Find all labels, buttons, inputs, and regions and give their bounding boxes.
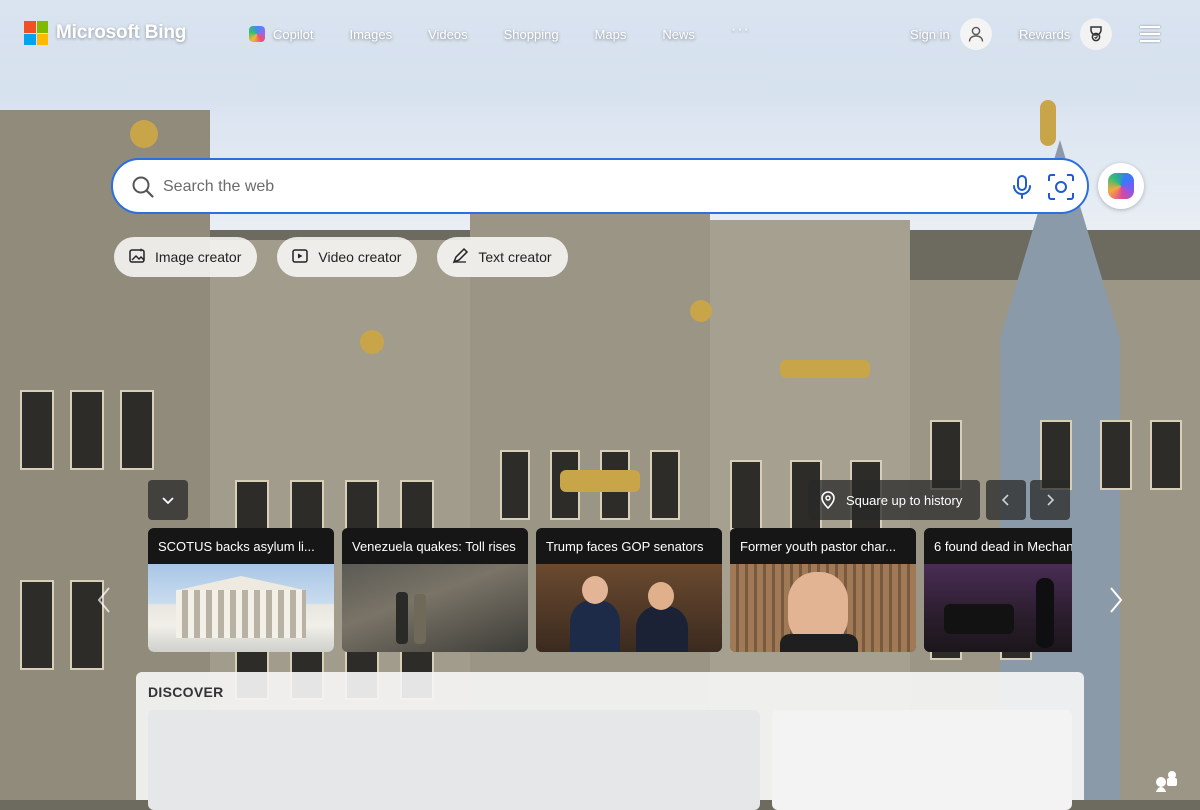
location-pin-icon (821, 491, 835, 509)
nav-videos[interactable]: Videos (428, 27, 468, 42)
nav-images-label: Images (349, 26, 393, 42)
image-of-day-title: Square up to history (846, 492, 963, 508)
visual-search-icon[interactable] (1047, 173, 1075, 206)
rewards-button[interactable]: Rewards (1019, 18, 1113, 50)
previous-image-button[interactable] (986, 480, 1026, 520)
news-card-image (148, 564, 334, 652)
sign-in-button[interactable]: Sign in (910, 18, 992, 50)
chevron-right-icon (1110, 587, 1123, 613)
next-image-button[interactable] (1030, 480, 1070, 520)
image-creator-icon (128, 247, 146, 268)
background-ornament (1040, 100, 1056, 146)
discover-card[interactable] (148, 710, 760, 810)
search-input[interactable] (161, 173, 985, 201)
news-card[interactable]: 6 found dead in Mechan (924, 528, 1072, 652)
news-card[interactable]: Former youth pastor char... (730, 528, 916, 652)
background-ornament (780, 360, 870, 378)
nav-copilot-label: Copilot (273, 26, 314, 42)
feedback-icon[interactable] (1152, 766, 1180, 794)
creator-pills: Image creator Video creator Text creator (114, 237, 568, 277)
news-card-image (342, 564, 528, 652)
background-ornament (560, 470, 640, 492)
news-card-title: 6 found dead in Mechan (924, 528, 1072, 564)
chevron-right-icon (1047, 494, 1055, 506)
search-icon[interactable] (131, 175, 155, 204)
discover-section: DISCOVER (136, 672, 1084, 810)
nav-more[interactable]: ··· (731, 21, 750, 39)
news-card-image (536, 564, 722, 652)
nav-news[interactable]: News (662, 27, 695, 42)
nav-shopping[interactable]: Shopping (504, 27, 559, 42)
bing-logo[interactable]: Microsoft Bing (24, 21, 186, 45)
chevron-down-icon (162, 497, 174, 505)
discover-title: DISCOVER (148, 684, 224, 700)
news-card[interactable]: Venezuela quakes: Toll rises (342, 528, 528, 652)
news-card-title: SCOTUS backs asylum li... (148, 528, 334, 564)
user-avatar-icon (959, 18, 992, 50)
discover-card[interactable] (772, 710, 1072, 810)
sign-in-label: Sign in (910, 26, 950, 42)
more-icon: ··· (730, 21, 750, 38)
nav-videos-label: Videos (428, 26, 468, 42)
microsoft-logo-icon (24, 21, 48, 45)
copilot-icon (249, 26, 265, 42)
news-card[interactable]: Trump faces GOP senators (536, 528, 722, 652)
copilot-icon (1108, 173, 1134, 199)
nav-shopping-label: Shopping (503, 26, 559, 42)
nav-copilot[interactable]: Copilot (249, 26, 313, 42)
search-box (111, 158, 1089, 214)
news-card-image (924, 564, 1072, 652)
rewards-label: Rewards (1019, 26, 1071, 42)
video-creator-label: Video creator (318, 249, 402, 265)
image-creator-label: Image creator (155, 249, 242, 265)
news-carousel: SCOTUS backs asylum li... Venezuela quak… (148, 528, 1072, 652)
background-ornament (690, 300, 712, 322)
news-card-title: Trump faces GOP senators (536, 528, 722, 564)
news-carousel-prev[interactable] (92, 584, 116, 616)
microphone-icon[interactable] (1011, 174, 1033, 205)
rewards-trophy-icon (1080, 18, 1113, 50)
background-ornament (360, 330, 384, 354)
top-header: Microsoft Bing Copilot Images Videos Sho… (0, 0, 1200, 68)
logo-text: Microsoft Bing (56, 22, 187, 43)
video-creator-icon (291, 247, 309, 268)
news-card-image (730, 564, 916, 652)
video-creator-button[interactable]: Video creator (277, 237, 418, 277)
nav-images[interactable]: Images (349, 27, 392, 42)
nav-maps[interactable]: Maps (595, 27, 627, 42)
text-creator-button[interactable]: Text creator (437, 237, 568, 277)
news-carousel-next[interactable] (1104, 584, 1128, 616)
hamburger-icon[interactable] (1140, 26, 1160, 42)
nav-news-label: News (662, 26, 695, 42)
text-creator-label: Text creator (478, 249, 552, 265)
nav-maps-label: Maps (594, 26, 627, 42)
top-nav: Copilot Images Videos Shopping Maps News… (249, 21, 786, 42)
news-card-title: Venezuela quakes: Toll rises (342, 528, 528, 564)
news-card[interactable]: SCOTUS backs asylum li... (148, 528, 334, 652)
background-ornament (130, 120, 158, 148)
text-creator-icon (451, 247, 469, 268)
chevron-left-icon (97, 587, 110, 613)
chevron-left-icon (1001, 494, 1009, 506)
image-creator-button[interactable]: Image creator (114, 237, 258, 277)
image-of-day-info-button[interactable]: Square up to history (808, 480, 981, 520)
collapse-feed-button[interactable] (148, 480, 188, 520)
copilot-button[interactable] (1098, 163, 1144, 209)
news-card-title: Former youth pastor char... (730, 528, 916, 564)
